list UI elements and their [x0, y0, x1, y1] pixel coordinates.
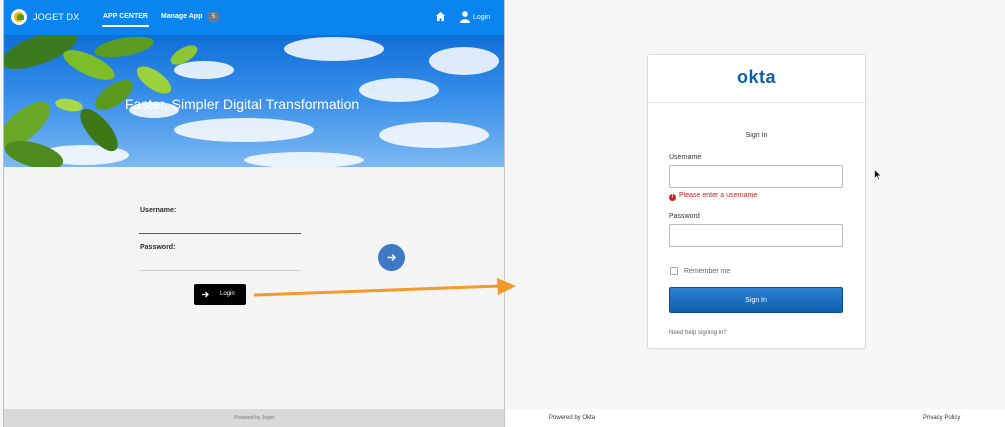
joget-username-input[interactable]	[139, 222, 301, 234]
nav-manage-app[interactable]: Manage App	[161, 13, 202, 20]
password-label: Password:	[140, 244, 176, 251]
arrow-right-icon	[387, 254, 396, 261]
joget-footer: Powered by Joget	[4, 409, 504, 427]
remember-me-label[interactable]: Remember me	[684, 268, 730, 275]
joget-window: JOGET DX APP CENTER Manage App 5 Login F…	[3, 0, 505, 427]
banner-title: Faster, Simpler Digital Transformation	[125, 96, 360, 112]
okta-signin-card: okta Sign In Username ! Please enter a us…	[647, 54, 866, 349]
manage-app-badge: 5	[208, 12, 219, 22]
okta-username-input[interactable]	[669, 165, 843, 188]
login-button-label: Login	[220, 291, 235, 297]
home-icon[interactable]	[435, 11, 446, 22]
nav-login[interactable]: Login	[473, 14, 490, 21]
nav-app-center[interactable]: APP CENTER	[102, 13, 149, 27]
okta-username-error-text: Please enter a username	[679, 192, 758, 199]
mouse-cursor-icon	[874, 169, 882, 181]
hero-banner: Faster, Simpler Digital Transformation	[4, 35, 504, 167]
arrow-right-icon	[202, 291, 209, 298]
error-icon: !	[669, 194, 676, 201]
okta-signin-button-label: Sign In	[745, 297, 767, 304]
remember-me-checkbox[interactable]	[670, 267, 678, 275]
okta-header: okta	[648, 55, 865, 103]
circle-arrow-button[interactable]	[378, 244, 405, 271]
username-label: Username:	[140, 207, 177, 214]
okta-password-label: Password	[669, 213, 700, 220]
user-icon[interactable]	[460, 11, 470, 23]
okta-privacy-link[interactable]: Privacy Policy	[923, 415, 960, 421]
okta-footer: Powered by Okta Privacy Policy	[505, 409, 1005, 427]
joget-login-button[interactable]: Login	[194, 284, 246, 305]
okta-signin-title: Sign In	[745, 132, 768, 139]
okta-password-input[interactable]	[669, 224, 843, 247]
okta-powered-by: Powered by Okta	[549, 415, 596, 421]
joget-topbar: JOGET DX APP CENTER Manage App 5 Login	[4, 0, 504, 35]
okta-logo: okta	[736, 67, 776, 87]
okta-username-label: Username	[669, 154, 702, 161]
joget-brand[interactable]: JOGET DX	[33, 12, 79, 22]
joget-logo[interactable]	[11, 9, 27, 25]
okta-signin-button[interactable]: Sign In	[669, 287, 843, 313]
joget-password-input[interactable]	[139, 259, 301, 271]
okta-help-link[interactable]: Need help signing in?	[669, 330, 727, 336]
okta-username-error: ! Please enter a username	[669, 192, 757, 201]
